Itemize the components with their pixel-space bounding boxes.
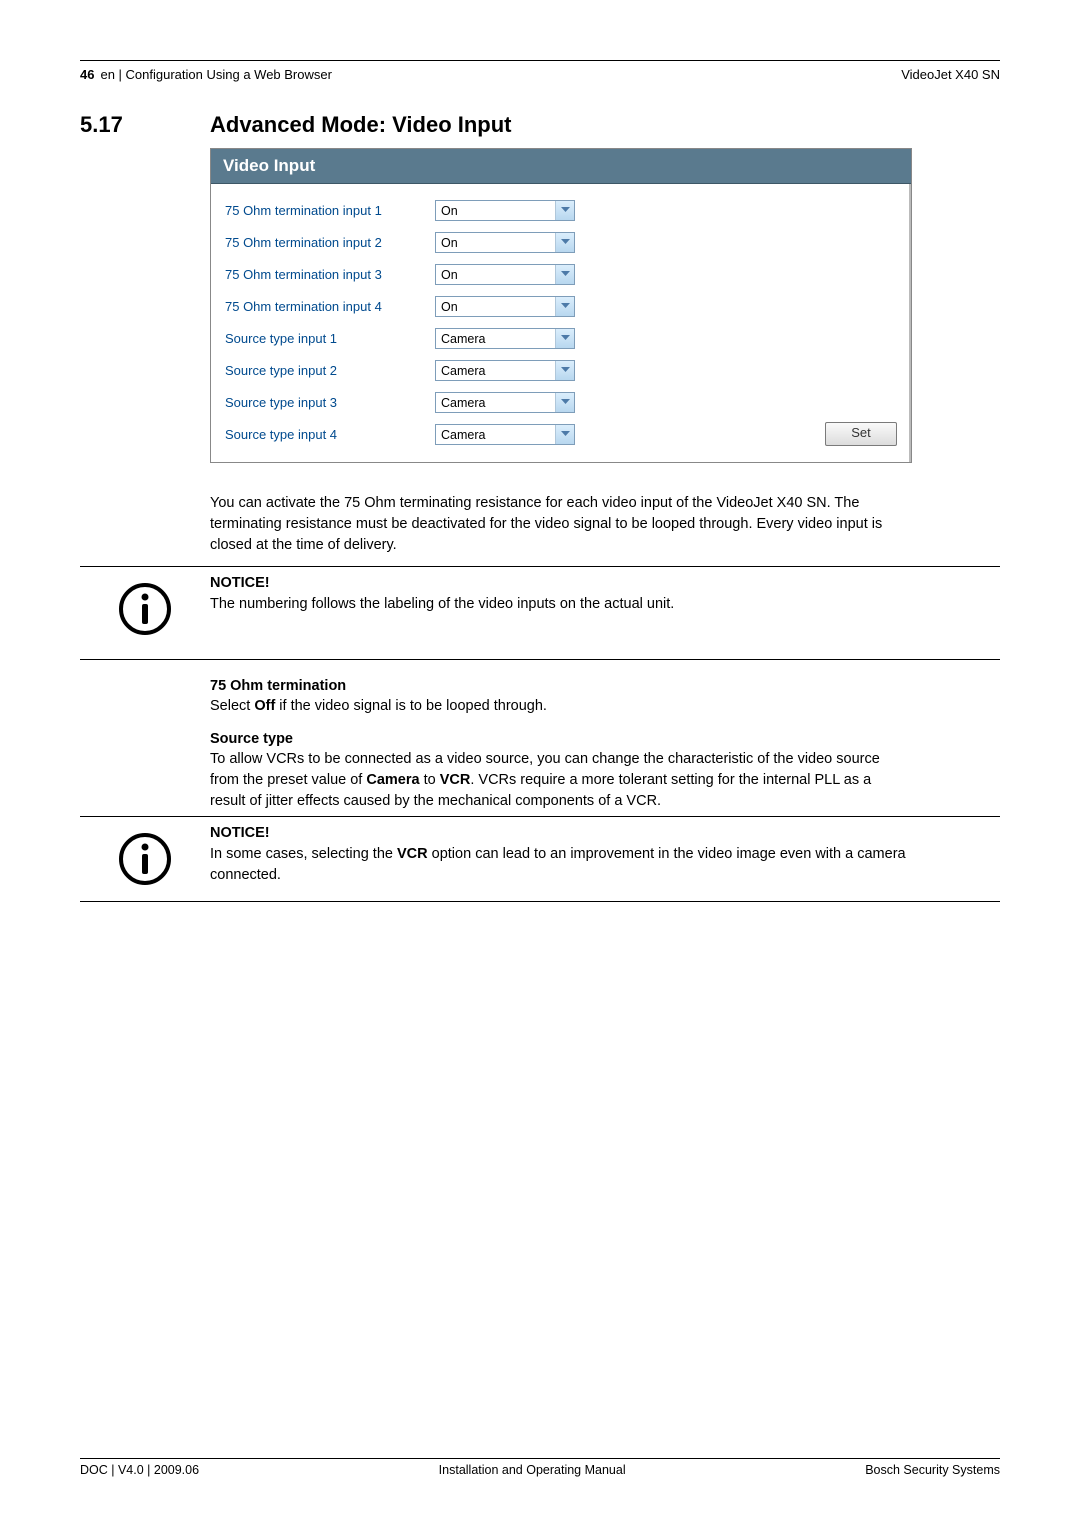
termination-3-select[interactable]: On — [435, 264, 575, 285]
notice-title: NOTICE! — [210, 823, 910, 844]
page-number: 46 — [80, 67, 94, 82]
info-icon — [80, 573, 210, 637]
bold-text: VCR — [440, 772, 471, 788]
field-label: Source type input 3 — [225, 395, 435, 410]
select-value: Camera — [436, 425, 555, 444]
chevron-down-icon[interactable] — [555, 265, 574, 284]
source-type-3-select[interactable]: Camera — [435, 392, 575, 413]
section-number: 5.17 — [80, 112, 210, 138]
select-value: On — [436, 201, 555, 220]
notice-body: In some cases, selecting the VCR option … — [210, 844, 910, 886]
bold-text: VCR — [397, 846, 428, 862]
page-footer: DOC | V4.0 | 2009.06 Installation and Op… — [80, 1458, 1000, 1477]
chevron-down-icon[interactable] — [555, 361, 574, 380]
notice-block: NOTICE! The numbering follows the labeli… — [80, 566, 1000, 660]
bold-text: Off — [254, 698, 275, 714]
text: if the video signal is to be looped thro… — [275, 698, 547, 714]
field-label: 75 Ohm termination input 1 — [225, 203, 435, 218]
notice-block: NOTICE! In some cases, selecting the VCR… — [80, 816, 1000, 902]
source-type-2-select[interactable]: Camera — [435, 360, 575, 381]
termination-1-select[interactable]: On — [435, 200, 575, 221]
select-value: On — [436, 297, 555, 316]
bold-text: Camera — [366, 772, 419, 788]
panel-title: Video Input — [211, 149, 911, 184]
select-value: Camera — [436, 329, 555, 348]
paragraph: To allow VCRs to be connected as a video… — [210, 749, 910, 812]
subheading: 75 Ohm termination — [210, 678, 1000, 694]
field-label: Source type input 4 — [225, 427, 435, 442]
page-header: 46 en | Configuration Using a Web Browse… — [80, 67, 1000, 86]
chevron-down-icon[interactable] — [555, 425, 574, 444]
field-label: 75 Ohm termination input 3 — [225, 267, 435, 282]
paragraph: You can activate the 75 Ohm terminating … — [210, 493, 910, 556]
source-type-4-select[interactable]: Camera — [435, 424, 575, 445]
chevron-down-icon[interactable] — [555, 233, 574, 252]
info-icon — [80, 823, 210, 887]
breadcrumb: en | Configuration Using a Web Browser — [100, 67, 331, 82]
product-name: VideoJet X40 SN — [901, 67, 1000, 82]
text: In some cases, selecting the — [210, 846, 397, 862]
chevron-down-icon[interactable] — [555, 393, 574, 412]
notice-body: The numbering follows the labeling of th… — [210, 594, 910, 615]
section-title: Advanced Mode: Video Input — [210, 112, 512, 138]
field-label: 75 Ohm termination input 2 — [225, 235, 435, 250]
video-input-panel: Video Input 75 Ohm termination input 1 O… — [210, 148, 912, 463]
field-label: Source type input 1 — [225, 331, 435, 346]
text: Select — [210, 698, 254, 714]
footer-right: Bosch Security Systems — [865, 1463, 1000, 1477]
paragraph: Select Off if the video signal is to be … — [210, 696, 910, 717]
select-value: Camera — [436, 393, 555, 412]
notice-title: NOTICE! — [210, 573, 910, 594]
select-value: Camera — [436, 361, 555, 380]
field-label: Source type input 2 — [225, 363, 435, 378]
footer-left: DOC | V4.0 | 2009.06 — [80, 1463, 199, 1477]
chevron-down-icon[interactable] — [555, 201, 574, 220]
chevron-down-icon[interactable] — [555, 297, 574, 316]
text: to — [420, 772, 440, 788]
select-value: On — [436, 265, 555, 284]
termination-2-select[interactable]: On — [435, 232, 575, 253]
field-label: 75 Ohm termination input 4 — [225, 299, 435, 314]
subheading: Source type — [210, 731, 1000, 747]
termination-4-select[interactable]: On — [435, 296, 575, 317]
chevron-down-icon[interactable] — [555, 329, 574, 348]
select-value: On — [436, 233, 555, 252]
footer-center: Installation and Operating Manual — [439, 1463, 626, 1477]
set-button[interactable]: Set — [825, 422, 897, 446]
source-type-1-select[interactable]: Camera — [435, 328, 575, 349]
